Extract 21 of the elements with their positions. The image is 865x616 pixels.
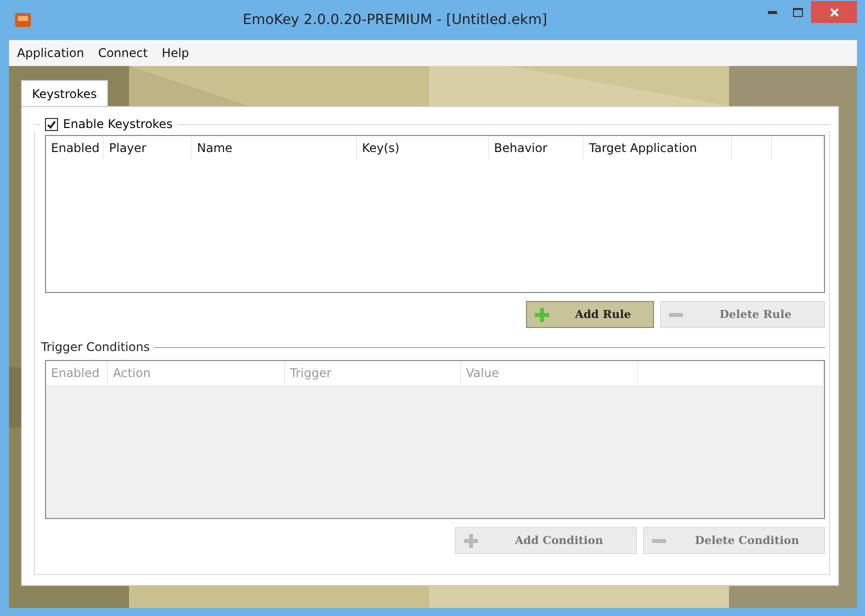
- plus-icon: [535, 308, 549, 322]
- add-button[interactable]: Add Rule: [526, 301, 654, 328]
- close-icon[interactable]: [811, 1, 857, 23]
- menu-item[interactable]: Help: [162, 46, 190, 60]
- menu-item[interactable]: Connect: [98, 46, 148, 60]
- column-header[interactable]: Target Application: [584, 136, 732, 160]
- checkbox[interactable]: [45, 118, 58, 130]
- column-header[interactable]: Enabled: [46, 136, 104, 160]
- tab[interactable]: Keystrokes: [21, 80, 108, 106]
- app-icon: [15, 13, 31, 27]
- minus-icon: [669, 312, 683, 316]
- column-header[interactable]: Name: [192, 136, 357, 160]
- section-title: Trigger Conditions: [41, 340, 150, 354]
- column-header[interactable]: Behavior: [489, 136, 584, 160]
- column-header[interactable]: Key(s): [357, 136, 489, 160]
- plus-icon: [464, 534, 478, 548]
- checkbox-label: Enable Keystrokes: [63, 117, 173, 131]
- minus-icon: [652, 538, 666, 542]
- menu-item[interactable]: Application: [17, 46, 84, 60]
- column-header[interactable]: Player: [104, 136, 192, 160]
- window-title: EmoKey 2.0.0.20-PREMIUM - [Untitled.ekm]: [242, 12, 548, 28]
